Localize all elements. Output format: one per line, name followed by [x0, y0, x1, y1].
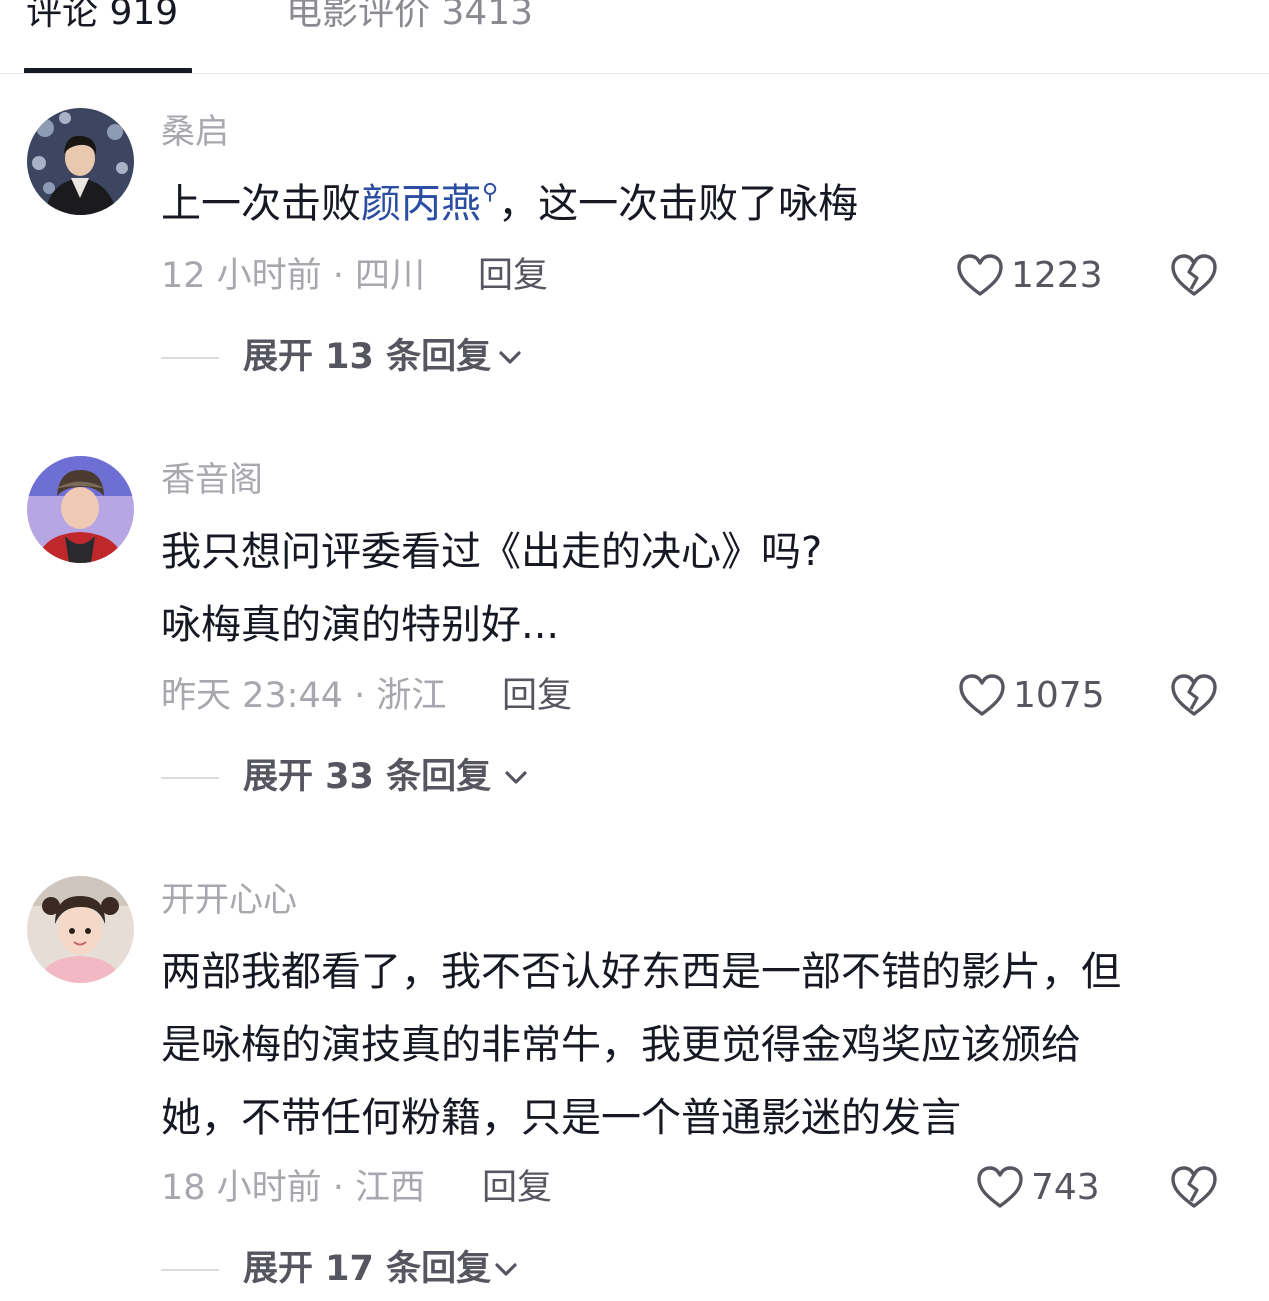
expand-divider: [161, 1269, 219, 1271]
dislike-button[interactable]: [1168, 251, 1220, 301]
dislike-button[interactable]: [1168, 671, 1220, 721]
avatar[interactable]: [27, 456, 134, 563]
avatar[interactable]: [27, 108, 134, 215]
expand-replies-label: 展开 17 条回复: [243, 1249, 492, 1289]
comment-timestamp-location: 12 小时前 · 四川: [161, 256, 426, 296]
text-segment: ，这一次击败了咏梅: [498, 181, 859, 227]
expand-replies-button[interactable]: 展开 33 条回复: [161, 752, 541, 802]
comment-line: 我只想问评委看过《出走的决心》吗?: [161, 529, 823, 575]
like-count: 743: [1031, 1167, 1100, 1208]
comment-line: 两部我都看了，我不否认好东西是一部不错的影片，但: [161, 949, 1121, 995]
text-segment: 上一次击败: [161, 181, 361, 227]
avatar[interactable]: [27, 876, 134, 983]
expand-replies-button[interactable]: 展开 13 条回复: [161, 332, 531, 382]
comment-tabs: 评论 919 电影评价 3413: [0, 0, 1269, 75]
comment-timestamp-location: 昨天 23:44 · 浙江: [161, 676, 447, 716]
mention-link[interactable]: 颜丙燕⚲: [361, 180, 498, 227]
comment-text: 两部我都看了，我不否认好东西是一部不错的影片，但 是咏梅的演技真的非常牛，我更觉…: [161, 936, 1231, 1155]
expand-divider: [161, 777, 219, 779]
comment-username[interactable]: 桑启: [161, 110, 229, 154]
like-count: 1223: [1011, 255, 1103, 296]
comment-line: 上一次击败颜丙燕⚲，这一次击败了咏梅: [161, 168, 1231, 247]
tab-comments[interactable]: 评论 919: [26, 0, 178, 38]
expand-replies-label: 展开 13 条回复: [243, 337, 492, 377]
reply-button[interactable]: 回复: [482, 1166, 552, 1210]
expand-replies-button[interactable]: 展开 17 条回复: [161, 1244, 531, 1294]
comment-text: 上一次击败颜丙燕⚲，这一次击败了咏梅: [161, 168, 1231, 247]
comment-line: 咏梅真的演的特别好...: [161, 602, 560, 648]
mention-text[interactable]: 颜丙燕: [361, 181, 481, 227]
search-icon: ⚲: [482, 180, 499, 205]
tabs-divider: [0, 73, 1269, 74]
chevron-down-icon: [505, 771, 527, 784]
broken-heart-icon: [1171, 1166, 1217, 1208]
expand-divider: [161, 357, 219, 359]
chevron-down-icon: [499, 351, 521, 364]
like-count: 1075: [1013, 675, 1105, 716]
heart-outline-icon: [977, 1166, 1023, 1208]
comment-text: 我只想问评委看过《出走的决心》吗? 咏梅真的演的特别好...: [161, 516, 1231, 662]
dislike-button[interactable]: [1168, 1163, 1220, 1213]
comment-timestamp-location: 18 小时前 · 江西: [161, 1168, 426, 1208]
comment-line: 她，不带任何粉籍，只是一个普通影迷的发言: [161, 1095, 961, 1141]
broken-heart-icon: [1171, 254, 1217, 296]
expand-replies-label: 展开 33 条回复: [243, 757, 492, 797]
heart-outline-icon: [959, 674, 1005, 716]
comment-line: 是咏梅的演技真的非常牛，我更觉得金鸡奖应该颁给: [161, 1022, 1081, 1068]
reply-button[interactable]: 回复: [478, 254, 548, 298]
chevron-down-icon: [495, 1263, 517, 1276]
comment-username[interactable]: 开开心心: [161, 878, 297, 922]
reply-button[interactable]: 回复: [502, 674, 572, 718]
comment-username[interactable]: 香音阁: [161, 458, 263, 502]
heart-outline-icon: [957, 254, 1003, 296]
tab-movie-reviews[interactable]: 电影评价 3413: [286, 0, 533, 38]
broken-heart-icon: [1171, 674, 1217, 716]
